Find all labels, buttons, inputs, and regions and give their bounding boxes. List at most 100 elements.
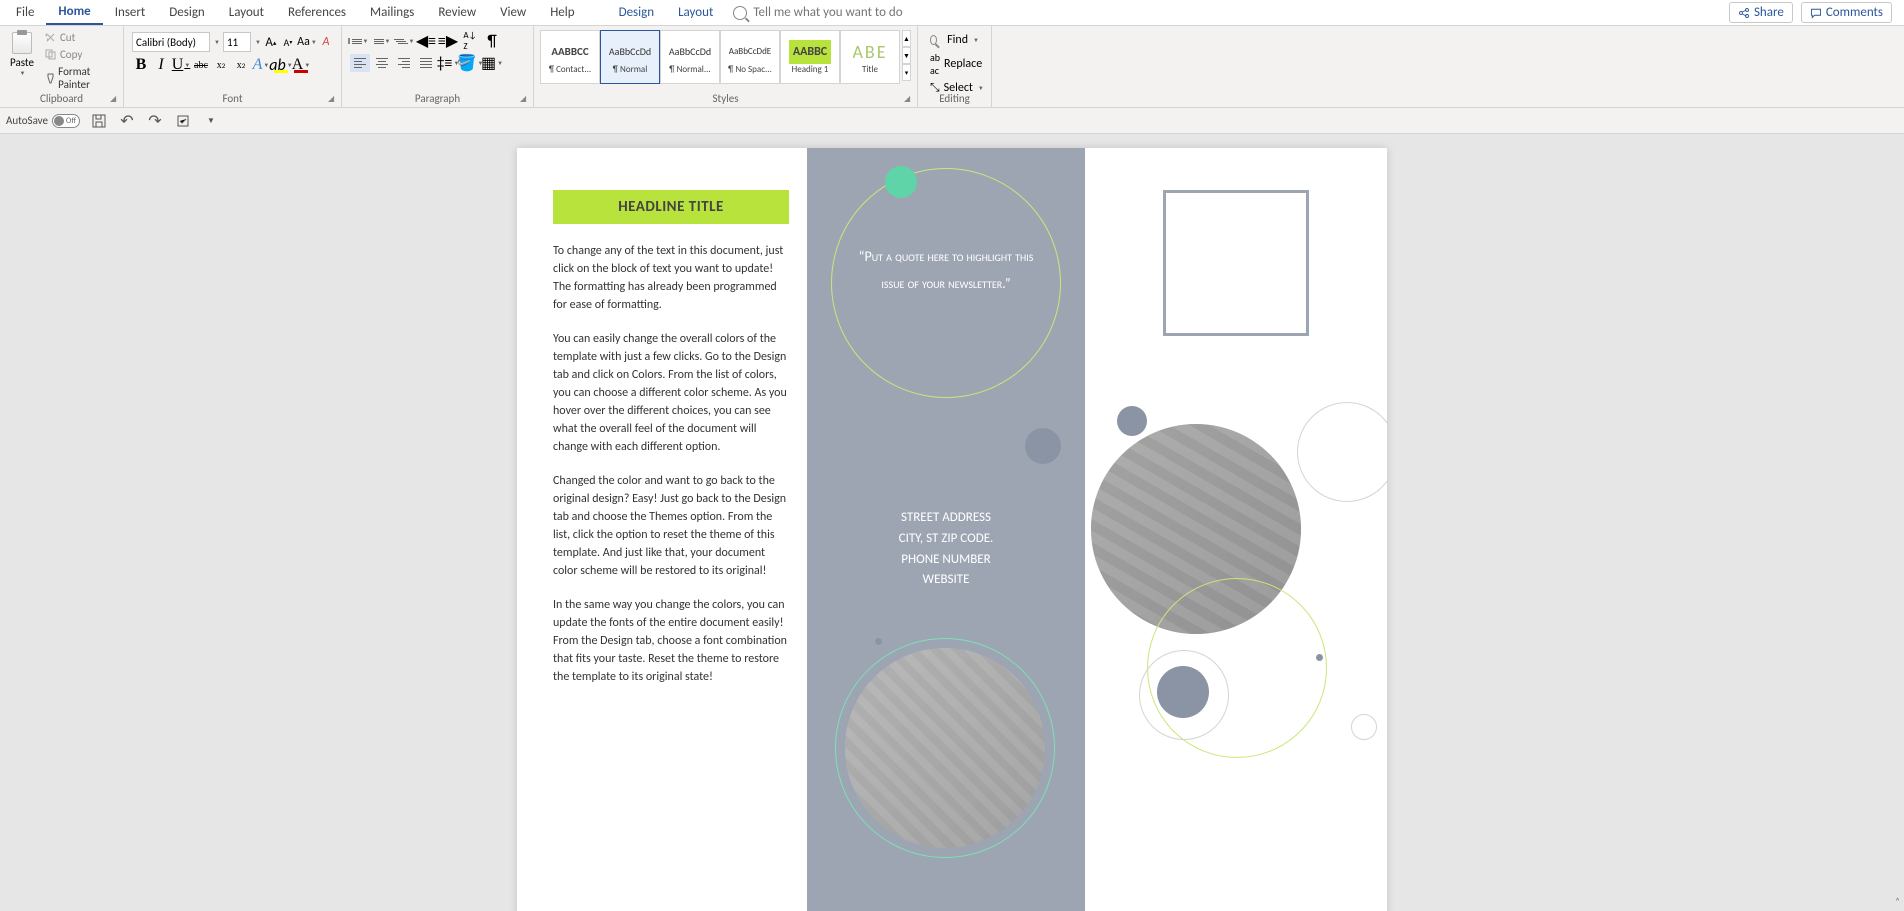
headline-title[interactable]: HEADLINE TITLE [553, 190, 789, 224]
tab-layout[interactable]: Layout [217, 1, 276, 24]
column-3[interactable] [1085, 148, 1387, 911]
find-button[interactable]: Find ▼ [930, 32, 979, 48]
quick-access-toolbar: AutoSave Off ↶ ↷ ▼ [0, 108, 1904, 134]
search-icon [733, 6, 747, 20]
underline-button[interactable]: U▼ [172, 56, 190, 74]
autosave-state: Off [66, 116, 76, 126]
save-button[interactable] [90, 112, 108, 130]
placeholder-image[interactable] [845, 648, 1045, 848]
sort-button[interactable]: A↓Z [460, 32, 480, 50]
font-dialog-launcher[interactable]: ◢ [328, 94, 338, 104]
style-nospac[interactable]: AaBbCcDdE¶ No Spac... [720, 30, 780, 84]
chevron-down-icon: ▼ [978, 84, 984, 92]
style-heading1[interactable]: AABBCHeading 1 [780, 30, 840, 84]
change-case-button[interactable]: Aa▼ [298, 33, 316, 51]
body-paragraph[interactable]: In the same way you change the colors, y… [553, 596, 789, 686]
qat-customize-button[interactable]: ▼ [202, 112, 220, 130]
style-normal[interactable]: AaBbCcDd¶ Normal... [660, 30, 720, 84]
search-input[interactable] [753, 5, 953, 20]
replace-label: Replace [944, 57, 982, 71]
tab-context-design[interactable]: Design [607, 1, 666, 24]
line-spacing-button[interactable]: ‡≡▼ [438, 54, 458, 72]
tab-references[interactable]: References [276, 1, 358, 24]
shrink-font-button[interactable]: A▾ [281, 33, 295, 51]
align-left-button[interactable] [350, 54, 370, 72]
styles-scroll-down[interactable]: ▼ [902, 47, 911, 64]
borders-button[interactable]: ▦▼ [482, 54, 502, 72]
style-name: ¶ Contact... [541, 64, 599, 75]
align-right-button[interactable] [394, 54, 414, 72]
body-paragraph[interactable]: You can easily change the overall colors… [553, 330, 789, 456]
tab-view[interactable]: View [488, 1, 538, 24]
tab-mailings[interactable]: Mailings [358, 1, 426, 24]
styles-expand[interactable]: ▾ [902, 64, 911, 81]
justify-button[interactable] [416, 54, 436, 72]
search-icon [930, 35, 937, 45]
show-marks-button[interactable]: ¶ [482, 32, 502, 50]
style-name: Title [841, 64, 899, 75]
clipboard-dialog-launcher[interactable]: ◢ [110, 94, 120, 104]
body-paragraph[interactable]: Changed the color and want to go back to… [553, 472, 789, 580]
font-color-button[interactable]: A▼ [292, 56, 310, 74]
tab-review[interactable]: Review [426, 1, 488, 24]
find-label: Find [947, 33, 968, 47]
tab-help[interactable]: Help [538, 1, 586, 24]
column-2[interactable]: “Put a quote here to highlight this issu… [807, 148, 1085, 911]
copy-button[interactable]: Copy [42, 47, 117, 62]
subscript-button[interactable]: x2 [212, 56, 230, 74]
grow-font-button[interactable]: A▴ [264, 33, 278, 51]
column-1[interactable]: HEADLINE TITLE To change any of the text… [517, 148, 807, 911]
tab-context-layout[interactable]: Layout [666, 1, 725, 24]
tab-file[interactable]: File [4, 1, 46, 24]
tab-insert[interactable]: Insert [103, 1, 158, 24]
address-line: STREET ADDRESS [807, 508, 1085, 529]
toggle-switch[interactable]: Off [52, 114, 80, 128]
comments-button[interactable]: Comments [1801, 2, 1892, 23]
chevron-down-icon[interactable]: ▼ [214, 38, 220, 46]
image-frame[interactable] [1163, 190, 1309, 336]
increase-indent-button[interactable]: ≡▶ [438, 32, 458, 50]
address-block[interactable]: STREET ADDRESS CITY, ST ZIP CODE. PHONE … [807, 508, 1085, 591]
superscript-button[interactable]: x2 [232, 56, 250, 74]
replace-button[interactable]: abac Replace [930, 50, 979, 78]
tell-me-search[interactable] [733, 5, 953, 20]
bullets-button[interactable]: ▼ [350, 32, 370, 50]
cut-button[interactable]: Cut [42, 30, 117, 45]
style-contact[interactable]: AABBCC¶ Contact... [540, 30, 600, 84]
text-effects-button[interactable]: A▼ [252, 56, 270, 74]
undo-button[interactable]: ↶ [118, 112, 136, 130]
collapse-ribbon-button[interactable]: ˄ [1895, 896, 1900, 907]
paragraph-dialog-launcher[interactable]: ◢ [520, 94, 530, 104]
tab-design[interactable]: Design [157, 1, 216, 24]
font-size-input[interactable] [223, 32, 251, 52]
share-button[interactable]: Share [1729, 2, 1793, 23]
redo-button[interactable]: ↷ [146, 112, 164, 130]
shading-button[interactable]: 🪣▼ [460, 54, 480, 72]
document-canvas[interactable]: HEADLINE TITLE To change any of the text… [0, 134, 1904, 911]
italic-button[interactable]: I [152, 56, 170, 74]
format-painter-button[interactable]: Format Painter [42, 64, 117, 92]
strikethrough-button[interactable]: abc [192, 56, 210, 74]
address-line: CITY, ST ZIP CODE. [807, 529, 1085, 550]
font-name-input[interactable] [132, 32, 210, 52]
style-title[interactable]: ABETitle [840, 30, 900, 84]
style-normal[interactable]: AaBbCcDd¶ Normal [600, 30, 660, 84]
page[interactable]: HEADLINE TITLE To change any of the text… [517, 148, 1387, 911]
replace-icon: abac [930, 51, 940, 77]
bold-button[interactable]: B [132, 56, 150, 74]
tab-home[interactable]: Home [46, 0, 102, 25]
decrease-indent-button[interactable]: ◀≡ [416, 32, 436, 50]
numbering-button[interactable]: ▼ [372, 32, 392, 50]
styles-dialog-launcher[interactable]: ◢ [904, 94, 914, 104]
style-name: ¶ Normal... [661, 64, 719, 75]
highlight-button[interactable]: ab▼ [272, 56, 290, 74]
autosave-toggle[interactable]: AutoSave Off [6, 114, 80, 128]
align-center-button[interactable] [372, 54, 392, 72]
quote-text[interactable]: “Put a quote here to highlight this issu… [851, 244, 1041, 297]
quick-print-button[interactable] [174, 112, 192, 130]
clear-formatting-button[interactable]: A [319, 33, 333, 51]
multilevel-button[interactable]: ▼ [394, 32, 414, 50]
chevron-down-icon[interactable]: ▼ [255, 38, 261, 46]
body-paragraph[interactable]: To change any of the text in this docume… [553, 242, 789, 314]
styles-scroll-up[interactable]: ▲ [902, 30, 911, 47]
